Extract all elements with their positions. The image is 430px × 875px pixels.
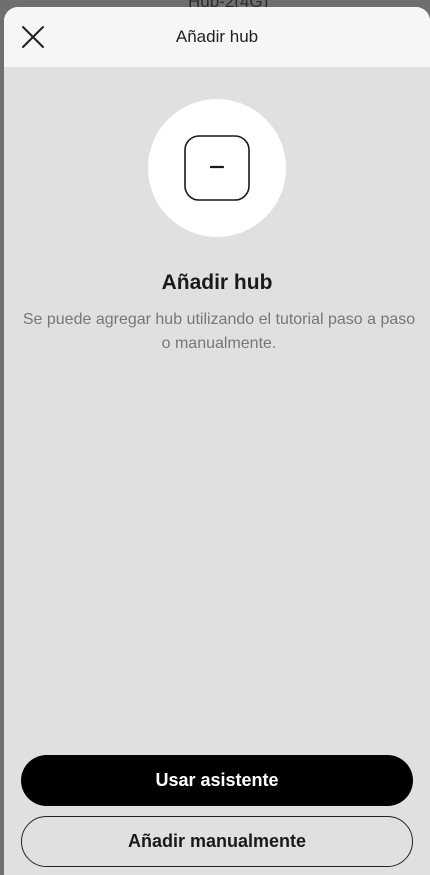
add-hub-sheet: Añadir hub Añadir hub Se puede agregar h… (4, 7, 430, 875)
menu-icon (20, 0, 44, 6)
add-manually-button[interactable]: Añadir manualmente (21, 816, 413, 867)
use-assistant-button[interactable]: Usar asistente (21, 755, 413, 806)
hub-illustration (148, 99, 286, 237)
page-description: Se puede agregar hub utilizando el tutor… (22, 311, 416, 352)
sheet-title: Añadir hub (175, 27, 259, 46)
sheet-header: Añadir hub (4, 7, 430, 67)
hub-device-icon (184, 135, 250, 201)
page-heading: Añadir hub (161, 271, 273, 294)
